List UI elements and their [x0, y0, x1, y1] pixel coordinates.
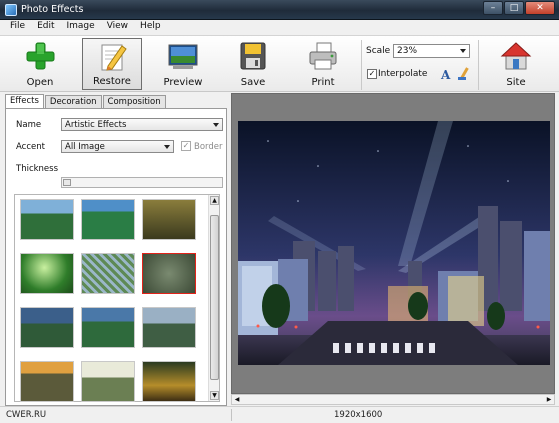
scale-value: 23% — [397, 46, 418, 56]
preview-button[interactable]: Preview — [152, 38, 214, 90]
window-title: Photo Effects — [21, 4, 84, 15]
chevron-down-icon — [213, 123, 219, 127]
edit-document-icon — [101, 44, 127, 71]
accent-value: All Image — [65, 142, 105, 152]
name-value: Artistic Effects — [65, 120, 127, 130]
menu-help[interactable]: Help — [134, 20, 167, 34]
app-icon — [5, 4, 17, 16]
menu-view[interactable]: View — [101, 20, 134, 34]
printer-icon — [309, 42, 337, 70]
thumbnails-scrollbar[interactable]: ▲ ▼ — [208, 195, 219, 401]
effect-thumbnails: ▲ ▼ — [14, 194, 220, 402]
effect-thumbnail[interactable] — [142, 253, 196, 294]
plus-icon — [26, 42, 55, 70]
effect-thumbnail[interactable] — [81, 307, 135, 348]
menu-file[interactable]: File — [4, 20, 31, 34]
chevron-down-icon — [460, 49, 466, 53]
maximize-button[interactable]: □ — [504, 1, 524, 15]
accent-label: Accent — [16, 142, 45, 152]
slider-thumb[interactable] — [63, 179, 71, 186]
svg-text:A: A — [440, 68, 451, 81]
interpolate-checkbox[interactable]: ✓ — [367, 69, 377, 79]
city-night-photo — [238, 121, 550, 365]
scroll-up-button[interactable]: ▲ — [210, 196, 219, 205]
menu-image[interactable]: Image — [61, 20, 101, 34]
border-label: Border — [194, 142, 223, 152]
scroll-left-button[interactable]: ◀ — [232, 395, 242, 404]
name-dropdown[interactable]: Artistic Effects — [61, 118, 223, 131]
effect-thumbnail[interactable] — [20, 199, 74, 240]
tab-decoration[interactable]: Decoration — [44, 95, 102, 108]
effect-thumbnail[interactable] — [20, 307, 74, 348]
font-a-icon[interactable]: A — [440, 67, 454, 81]
restore-label: Restore — [93, 76, 131, 87]
title-bar: Photo Effects – □ ✕ — [0, 0, 559, 20]
effect-thumbnail[interactable] — [81, 253, 135, 294]
thickness-label: Thickness — [16, 164, 59, 174]
landscape-picture-icon — [168, 44, 198, 69]
floppy-disk-icon — [240, 42, 266, 70]
effects-page: Name Artistic Effects Accent All Image ✓… — [5, 108, 227, 406]
open-button[interactable]: Open — [10, 38, 70, 90]
tab-strip: Effects Decoration Composition — [5, 94, 167, 109]
tab-effects[interactable]: Effects — [5, 94, 44, 109]
effect-thumbnail[interactable] — [142, 361, 196, 402]
scale-label: Scale — [366, 46, 391, 56]
scroll-thumb[interactable] — [210, 215, 219, 380]
preview-label: Preview — [163, 77, 203, 88]
effect-thumbnail[interactable] — [20, 253, 74, 294]
preview-horizontal-scrollbar[interactable]: ◀ ▶ — [231, 394, 555, 405]
effect-thumbnail[interactable] — [20, 361, 74, 402]
settings-panel: Effects Decoration Composition Name Arti… — [3, 93, 229, 406]
interpolate-label: Interpolate — [378, 69, 428, 79]
status-divider — [231, 409, 232, 421]
minimize-button[interactable]: – — [483, 1, 503, 15]
toolbar-separator — [478, 40, 479, 90]
scroll-down-button[interactable]: ▼ — [210, 391, 219, 400]
preview-area — [231, 93, 555, 394]
save-button[interactable]: Save — [222, 38, 284, 90]
scroll-right-button[interactable]: ▶ — [544, 395, 554, 404]
effect-thumbnail[interactable] — [142, 307, 196, 348]
save-label: Save — [240, 77, 266, 88]
scale-dropdown[interactable]: 23% — [393, 44, 470, 58]
status-bar: CWER.RU 1920x1600 — [0, 406, 559, 423]
print-label: Print — [311, 77, 335, 88]
toolbar: Open Restore Preview Save Print Site — [0, 35, 559, 92]
status-site-text: CWER.RU — [6, 410, 47, 420]
chevron-down-icon — [164, 145, 170, 149]
print-button[interactable]: Print — [292, 38, 354, 90]
site-button[interactable]: Site — [488, 38, 544, 90]
toolbar-separator — [361, 40, 362, 90]
open-label: Open — [26, 77, 54, 88]
border-checkbox[interactable]: ✓ — [181, 141, 191, 151]
effect-thumbnail[interactable] — [81, 361, 135, 402]
image-dimensions: 1920x1600 — [334, 410, 383, 420]
thickness-slider[interactable] — [61, 177, 223, 188]
close-button[interactable]: ✕ — [525, 1, 555, 15]
menu-edit[interactable]: Edit — [31, 20, 60, 34]
effect-thumbnail[interactable] — [142, 199, 196, 240]
window-controls: – □ ✕ — [482, 1, 555, 15]
home-icon — [500, 42, 532, 70]
tab-composition[interactable]: Composition — [102, 95, 166, 108]
restore-button[interactable]: Restore — [82, 38, 142, 90]
accent-dropdown[interactable]: All Image — [61, 140, 174, 153]
menu-bar: File Edit Image View Help — [0, 20, 559, 34]
effect-thumbnail[interactable] — [81, 199, 135, 240]
site-label: Site — [506, 77, 526, 88]
name-label: Name — [16, 120, 42, 130]
font-pencil-icon[interactable] — [457, 67, 471, 81]
